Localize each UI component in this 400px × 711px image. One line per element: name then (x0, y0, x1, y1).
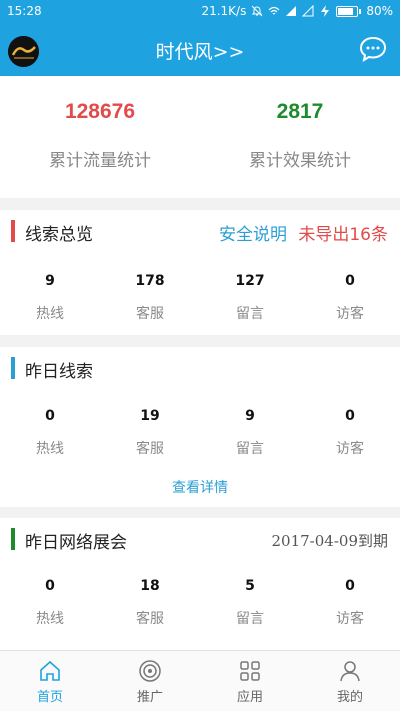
safety-link[interactable]: 安全说明 (219, 225, 287, 245)
accent-bar (11, 357, 15, 379)
metric-value: 0 (45, 578, 55, 594)
bottom-tab-bar: 首页 推广 应用 我的 (0, 650, 400, 711)
metric-visitor[interactable]: 0 访客 (300, 578, 400, 628)
card-title: 昨日网络展会 (25, 533, 127, 553)
yesterday-leads-card: 昨日线索 0 热线 19 客服 9 留言 0 访客 查看详情 (0, 347, 400, 507)
metric-label: 热线 (36, 306, 64, 322)
metric-value: 0 (345, 408, 355, 424)
metric-hotline[interactable]: 0 热线 (0, 408, 100, 458)
tab-label: 应用 (236, 690, 263, 705)
app-bar: 时代风>> (0, 24, 400, 76)
export-link[interactable]: 未导出16条 (298, 225, 388, 245)
tab-apps[interactable]: 应用 (200, 651, 300, 711)
metric-service[interactable]: 178 客服 (100, 273, 200, 323)
metric-label: 留言 (236, 441, 264, 457)
stats-panel: 128676 累计流量统计 2817 累计效果统计 (0, 76, 400, 198)
target-icon (139, 660, 161, 682)
metric-label: 热线 (36, 611, 64, 627)
metric-value: 19 (140, 408, 160, 424)
metric-hotline[interactable]: 0 热线 (0, 578, 100, 628)
status-bar: 15:28 21.1K/s 80% (0, 0, 400, 24)
metric-message[interactable]: 127 留言 (200, 273, 300, 323)
chat-icon[interactable] (359, 35, 387, 63)
metric-label: 留言 (236, 306, 264, 322)
card-title: 线索总览 (25, 225, 93, 245)
wifi-icon (268, 6, 280, 15)
battery-percent: 80% (366, 4, 393, 18)
metric-value: 0 (45, 408, 55, 424)
card-header: 昨日网络展会 2017-04-09到期 (0, 518, 400, 558)
metrics-row: 9 热线 178 客服 127 留言 0 访客 (0, 273, 400, 333)
network-speed: 21.1K/s (201, 4, 247, 18)
tab-label: 我的 (336, 690, 363, 705)
effect-count: 2817 (276, 100, 324, 123)
metric-label: 客服 (136, 611, 164, 627)
traffic-stat[interactable]: 128676 累计流量统计 (0, 76, 200, 171)
app-title[interactable]: 时代风>> (0, 37, 400, 64)
effect-stat[interactable]: 2817 累计效果统计 (200, 76, 400, 171)
metric-service[interactable]: 19 客服 (100, 408, 200, 458)
metrics-row: 0 热线 18 客服 5 留言 0 访客 (0, 578, 400, 638)
card-title: 昨日线索 (25, 362, 93, 382)
signal-icon (286, 6, 297, 16)
accent-bar (11, 220, 15, 242)
metric-message[interactable]: 5 留言 (200, 578, 300, 628)
yesterday-expo-card: 昨日网络展会 2017-04-09到期 0 热线 18 客服 5 留言 0 访客 (0, 518, 400, 650)
metric-value: 0 (345, 273, 355, 289)
signal-icon-2 (302, 5, 314, 17)
battery-icon (336, 5, 362, 17)
metric-label: 访客 (336, 611, 364, 627)
expiry-date: 2017-04-09到期 (271, 532, 389, 550)
card-header: 线索总览 安全说明 未导出16条 (0, 210, 400, 250)
tab-label: 推广 (136, 690, 163, 705)
metric-value: 127 (235, 273, 265, 289)
lead-overview-card: 线索总览 安全说明 未导出16条 9 热线 178 客服 127 留言 0 访客 (0, 210, 400, 335)
metric-label: 客服 (136, 306, 164, 322)
battery-fill (338, 7, 353, 15)
metric-value: 178 (135, 273, 165, 289)
metric-hotline[interactable]: 9 热线 (0, 273, 100, 323)
metric-value: 9 (245, 408, 255, 424)
metrics-row: 0 热线 19 客服 9 留言 0 访客 (0, 408, 400, 468)
traffic-count: 128676 (64, 100, 136, 123)
metric-service[interactable]: 18 客服 (100, 578, 200, 628)
tab-promote[interactable]: 推广 (100, 651, 200, 711)
tab-mine[interactable]: 我的 (300, 651, 400, 711)
home-icon (40, 660, 60, 681)
effect-label: 累计效果统计 (249, 151, 351, 171)
metric-value: 9 (45, 273, 55, 289)
traffic-label: 累计流量统计 (49, 151, 151, 171)
mute-icon (251, 5, 263, 17)
metric-visitor[interactable]: 0 访客 (300, 273, 400, 323)
view-details-link[interactable]: 查看详情 (0, 477, 400, 497)
card-header: 昨日线索 (0, 347, 400, 387)
metric-message[interactable]: 9 留言 (200, 408, 300, 458)
charging-icon (321, 5, 330, 17)
status-time: 15:28 (7, 4, 42, 18)
user-icon (340, 661, 360, 682)
grid-icon (240, 661, 260, 681)
metric-label: 访客 (336, 441, 364, 457)
metric-value: 18 (140, 578, 160, 594)
metric-label: 客服 (136, 441, 164, 457)
tab-label: 首页 (36, 690, 63, 705)
metric-label: 留言 (236, 611, 264, 627)
tab-home[interactable]: 首页 (0, 651, 100, 711)
metric-value: 0 (345, 578, 355, 594)
metric-visitor[interactable]: 0 访客 (300, 408, 400, 458)
metric-value: 5 (245, 578, 255, 594)
metric-label: 热线 (36, 441, 64, 457)
accent-bar (11, 528, 15, 550)
metric-label: 访客 (336, 306, 364, 322)
